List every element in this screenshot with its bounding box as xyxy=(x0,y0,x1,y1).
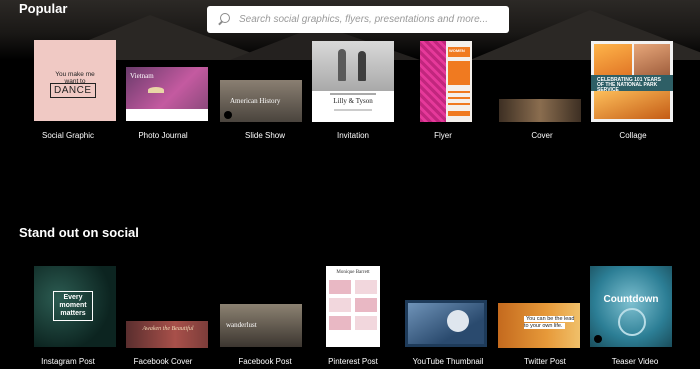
template-tile-photo-journal[interactable]: Vietnam Photo Journal xyxy=(115,40,211,160)
thumbnail-text: wanderlust xyxy=(226,321,257,329)
thumbnail-text: CELEBRATING 101 YEARS OF THE NATIONAL PA… xyxy=(597,77,661,93)
template-tile-collage[interactable]: CELEBRATING 101 YEARS OF THE NATIONAL PA… xyxy=(588,40,684,160)
template-thumbnail: Every moment matters xyxy=(34,266,116,347)
thumbnail-text: WOMEN xyxy=(449,48,465,53)
tile-label: Photo Journal xyxy=(138,131,188,140)
search-icon xyxy=(217,12,231,27)
template-thumbnail: You make me want to DANCE xyxy=(34,40,116,121)
thumbnail-text: Awaken the Beautiful xyxy=(142,326,194,332)
thumbnail-text: Countdown xyxy=(603,294,659,305)
template-thumbnail: Monique Barrett xyxy=(326,266,380,347)
thumbnail-text: Every moment matters xyxy=(59,294,87,317)
thumbnail-text: Vietnam xyxy=(130,72,154,80)
template-tile-flyer[interactable]: WOMEN Flyer xyxy=(407,40,503,160)
search-input[interactable] xyxy=(239,14,499,25)
template-tile-teaser-video[interactable]: Countdown Teaser Video xyxy=(586,266,682,369)
template-thumbnail xyxy=(499,99,581,122)
template-tile-cover[interactable]: Cover xyxy=(494,40,590,160)
template-tile-twitter-post[interactable]: You can be the lead to your own life. Tw… xyxy=(492,266,588,369)
thumbnail-text: Lilly & Tyson xyxy=(333,97,373,105)
thumbnail-text: You can be the lead to your own life. xyxy=(524,316,575,329)
tile-label: Collage xyxy=(619,131,647,140)
template-thumbnail: WOMEN xyxy=(420,41,472,122)
search-bar[interactable] xyxy=(207,6,509,33)
template-thumbnail: wanderlust xyxy=(220,304,302,347)
section-title-popular: Popular xyxy=(19,1,68,16)
thumbnail-text: Monique Barrett xyxy=(336,270,370,275)
template-tile-slide-show[interactable]: American History Slide Show xyxy=(217,40,313,160)
template-tile-instagram-post[interactable]: Every moment matters Instagram Post xyxy=(20,266,116,369)
template-thumbnail: You can be the lead to your own life. xyxy=(498,303,580,348)
template-thumbnail xyxy=(405,300,487,347)
template-thumbnail: American History xyxy=(220,80,302,122)
template-tile-facebook-cover[interactable]: Awaken the Beautiful Facebook Cover xyxy=(115,266,211,369)
thumbnail-text: American History xyxy=(230,97,281,105)
template-tile-facebook-post[interactable]: wanderlust Facebook Post xyxy=(217,266,313,369)
template-thumbnail: Countdown xyxy=(590,266,672,347)
section-title-stand-out-on-social: Stand out on social xyxy=(19,225,139,240)
template-thumbnail: Awaken the Beautiful xyxy=(126,321,208,348)
play-icon xyxy=(224,111,232,119)
template-thumbnail: Vietnam xyxy=(126,67,208,121)
template-thumbnail: Lilly & Tyson xyxy=(312,41,394,122)
tile-label: Facebook Cover xyxy=(133,357,193,366)
template-thumbnail: CELEBRATING 101 YEARS OF THE NATIONAL PA… xyxy=(591,41,673,122)
tile-label: Teaser Video xyxy=(611,357,659,366)
template-tile-invitation[interactable]: Lilly & Tyson Invitation xyxy=(312,40,408,160)
thumbnail-text: DANCE xyxy=(50,83,96,98)
template-tile-social-graphic[interactable]: You make me want to DANCE Social Graphic xyxy=(20,40,116,160)
play-icon xyxy=(594,335,602,343)
template-tile-youtube-thumbnail[interactable]: YouTube Thumbnail xyxy=(393,266,489,369)
